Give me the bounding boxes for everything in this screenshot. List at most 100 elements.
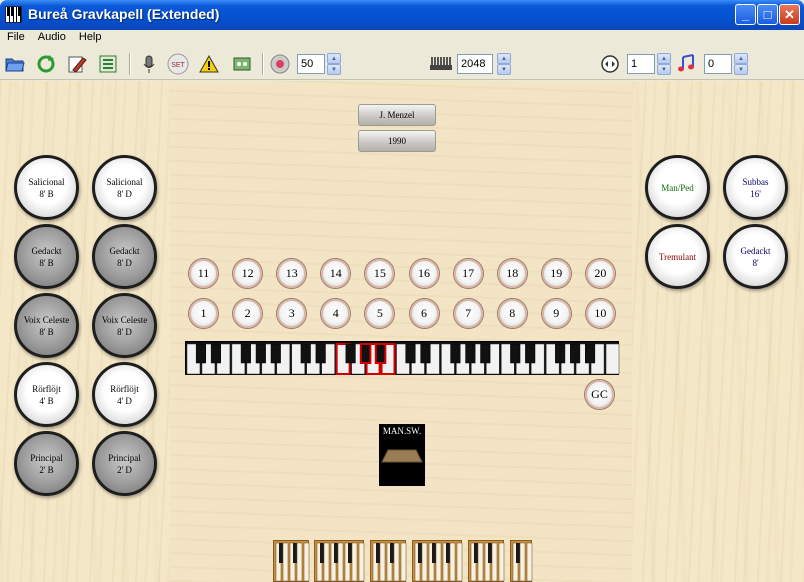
properties-icon[interactable] xyxy=(97,53,119,75)
left-stop-9[interactable]: Principal 2' D xyxy=(92,431,157,496)
black-key[interactable] xyxy=(555,343,566,364)
piston-10[interactable]: 10 xyxy=(585,299,615,328)
piston-9[interactable]: 9 xyxy=(541,299,571,328)
menu-file[interactable]: File xyxy=(0,30,31,48)
volume-spinner[interactable]: ▲ ▼ xyxy=(327,53,341,75)
black-key[interactable] xyxy=(374,343,387,364)
left-stop-6[interactable]: Rörflöjt 4' B xyxy=(14,362,79,427)
piston-17[interactable]: 17 xyxy=(453,259,483,288)
white-key[interactable] xyxy=(605,343,620,375)
left-stop-2[interactable]: Gedackt 8' B xyxy=(14,224,79,289)
black-key[interactable] xyxy=(465,343,476,364)
right-stop-2[interactable]: Tremulant xyxy=(645,224,710,289)
right-stop-3[interactable]: Gedackt 8' xyxy=(723,224,788,289)
pedal-group-5[interactable] xyxy=(468,540,505,582)
left-stop-8[interactable]: Principal 2' B xyxy=(14,431,79,496)
reverb-input[interactable]: 0 xyxy=(704,54,732,74)
left-stop-7[interactable]: Rörflöjt 4' D xyxy=(92,362,157,427)
menu-audio[interactable]: Audio xyxy=(31,30,72,48)
title-bar[interactable]: Bureå Gravkapell (Extended) _ □ ✕ xyxy=(0,0,804,30)
piston-6[interactable]: 6 xyxy=(409,299,439,328)
stop-pitch: 8' D xyxy=(117,326,132,337)
microphone-icon[interactable] xyxy=(138,53,160,75)
right-stop-0[interactable]: Man/Ped xyxy=(645,155,710,220)
black-key[interactable] xyxy=(570,343,581,364)
black-key[interactable] xyxy=(210,343,221,364)
toolbar-separator xyxy=(129,53,131,75)
black-key[interactable] xyxy=(300,343,311,364)
organ-console: J. Menzel 1990 Salicional 8' B Salicional 8… xyxy=(0,81,804,582)
warning-icon[interactable] xyxy=(198,53,220,75)
midi-settings-icon[interactable] xyxy=(231,53,253,75)
piston-18[interactable]: 18 xyxy=(497,259,527,288)
maximize-button[interactable]: □ xyxy=(757,4,778,25)
stop-name: Rörflöjt xyxy=(110,383,139,394)
black-key[interactable] xyxy=(510,343,521,364)
set-icon[interactable]: SET xyxy=(167,53,189,75)
swell-label: MAN.SW. xyxy=(382,426,422,436)
piston-11[interactable]: 11 xyxy=(189,259,218,288)
swell-pedal[interactable]: MAN.SW. xyxy=(379,424,425,486)
stop-name: Voix Celeste xyxy=(101,314,148,325)
polyphony-input[interactable]: 2048 xyxy=(457,54,493,74)
piston-12[interactable]: 12 xyxy=(233,259,263,288)
transpose-spinner[interactable]: ▲ ▼ xyxy=(657,53,671,75)
piston-16[interactable]: 16 xyxy=(409,259,439,288)
black-key[interactable] xyxy=(240,343,251,364)
pedal-group-1[interactable] xyxy=(273,540,310,582)
black-key[interactable] xyxy=(525,343,536,364)
toolbar: SET 50 ▲ ▼ 2048 ▲ ▼ 1 ▲ ▼ 0 ▲ ▼ xyxy=(0,48,804,121)
volume-icon xyxy=(269,53,291,75)
piston-19[interactable]: 19 xyxy=(541,259,571,288)
left-stop-0[interactable]: Salicional 8' B xyxy=(14,155,79,220)
minimize-button[interactable]: _ xyxy=(735,4,756,25)
black-key[interactable] xyxy=(405,343,416,364)
polyphony-spinner[interactable]: ▲ ▼ xyxy=(497,53,511,75)
black-key[interactable] xyxy=(450,343,461,364)
general-cancel-button[interactable]: GC xyxy=(585,380,614,409)
black-key[interactable] xyxy=(315,343,326,364)
piston-8[interactable]: 8 xyxy=(497,299,527,328)
manual-keyboard[interactable] xyxy=(185,341,620,375)
stop-pitch: 8' B xyxy=(39,257,54,268)
stop-name: Gedackt xyxy=(109,245,140,256)
stop-name: Subbas xyxy=(742,176,769,187)
music-note-icon xyxy=(676,53,698,75)
piston-3[interactable]: 3 xyxy=(277,299,307,328)
stop-name: Salicional xyxy=(106,176,143,187)
transpose-input[interactable]: 1 xyxy=(627,54,655,74)
pedal-group-4[interactable] xyxy=(412,540,463,582)
pedal-group-6[interactable] xyxy=(510,540,533,582)
stop-name: Salicional xyxy=(28,176,65,187)
black-key[interactable] xyxy=(255,343,266,364)
volume-input[interactable]: 50 xyxy=(297,54,325,74)
left-stop-4[interactable]: Voix Celeste 8' B xyxy=(14,293,79,358)
piston-13[interactable]: 13 xyxy=(277,259,307,288)
builder-plaque: J. Menzel xyxy=(358,104,436,126)
reload-icon[interactable] xyxy=(35,53,57,75)
black-key[interactable] xyxy=(585,343,596,364)
left-stop-1[interactable]: Salicional 8' D xyxy=(92,155,157,220)
reverb-spinner[interactable]: ▲ ▼ xyxy=(734,53,748,75)
right-stop-1[interactable]: Subbas 16' xyxy=(723,155,788,220)
black-key[interactable] xyxy=(480,343,491,364)
pedal-group-3[interactable] xyxy=(370,540,407,582)
black-key[interactable] xyxy=(270,343,281,364)
piston-1[interactable]: 1 xyxy=(189,299,218,328)
black-key[interactable] xyxy=(195,343,207,364)
piston-20[interactable]: 20 xyxy=(585,259,615,288)
black-key[interactable] xyxy=(345,343,356,364)
edit-icon[interactable] xyxy=(66,53,88,75)
menu-help[interactable]: Help xyxy=(72,30,108,48)
black-key[interactable] xyxy=(420,343,431,364)
piston-7[interactable]: 7 xyxy=(453,299,483,328)
stop-name: Voix Celeste xyxy=(23,314,70,325)
left-stop-5[interactable]: Voix Celeste 8' D xyxy=(92,293,157,358)
pedal-group-2[interactable] xyxy=(314,540,365,582)
close-button[interactable]: ✕ xyxy=(779,4,800,25)
stop-name: Man/Ped xyxy=(661,182,694,193)
open-folder-icon[interactable] xyxy=(4,53,26,75)
black-key[interactable] xyxy=(359,343,372,364)
piston-2[interactable]: 2 xyxy=(233,299,263,328)
left-stop-3[interactable]: Gedackt 8' D xyxy=(92,224,157,289)
